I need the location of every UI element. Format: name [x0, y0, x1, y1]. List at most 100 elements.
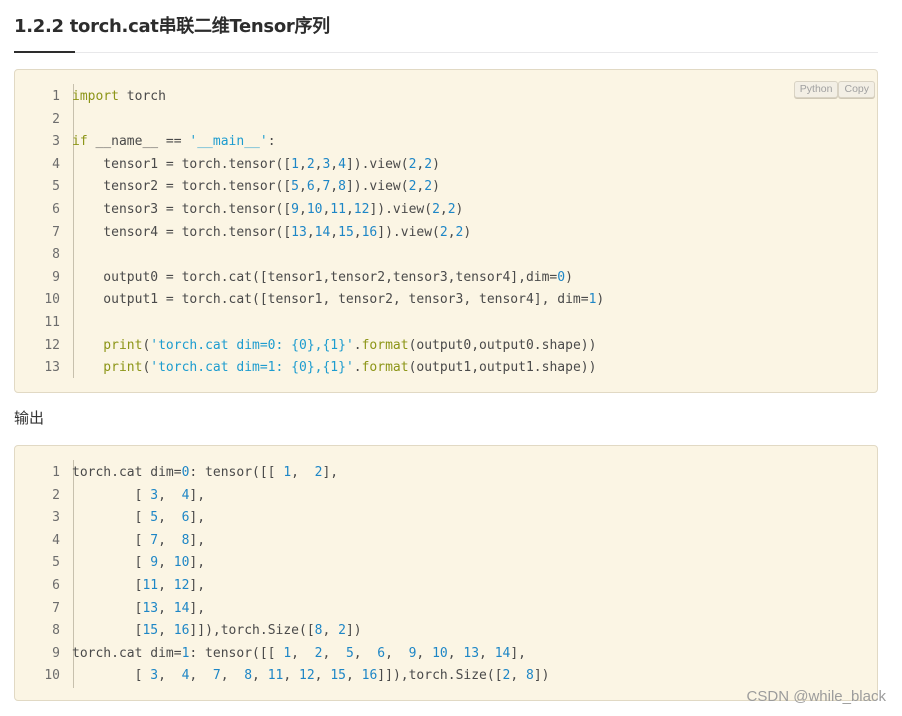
code-token: 1	[291, 156, 299, 172]
code-line: [ 9, 10],	[72, 552, 550, 575]
code-token: 7	[150, 532, 159, 548]
line-number: 5	[52, 179, 60, 195]
code-token: 'torch.cat dim=1: {0},{1}'	[150, 360, 354, 376]
code-token: 12	[173, 577, 190, 593]
code-token: tensor3 = torch.tensor([	[72, 201, 292, 217]
code-lines[interactable]: import torch​if __name__ == '__main__': …	[72, 86, 604, 380]
code-token: ]).view(	[345, 156, 409, 172]
code-token: ,	[283, 668, 300, 684]
code-token: ]]),torch.Size([	[189, 623, 315, 639]
code-token: )	[432, 156, 440, 172]
code-token: )	[596, 292, 605, 308]
code-token: [	[72, 487, 151, 503]
code-token: ,	[158, 600, 174, 616]
code-token: output1 = torch.cat([tensor1, tensor2, t…	[72, 292, 589, 308]
output-label: 输出	[14, 409, 45, 427]
line-number: 2	[52, 111, 60, 127]
code-token: (output0,output0.shape))	[408, 337, 597, 353]
code-token: 2	[447, 201, 456, 217]
python-code-block[interactable]: Python Copy 1 2 3 4 5 6 7 8 9 10 11 12 13 import tor…	[14, 69, 878, 393]
code-token: ,	[158, 487, 182, 503]
heading-divider	[14, 52, 878, 53]
code-token: print	[72, 337, 143, 353]
code-token: ],	[189, 487, 206, 503]
code-token: ,	[158, 532, 182, 548]
code-token: .	[353, 337, 362, 353]
code-token: __name__ ==	[87, 134, 190, 150]
line-number: 1	[52, 465, 60, 480]
code-token: 15	[142, 623, 159, 639]
line-number-gutter: 1 2 3 4 5 6 7 8 9 10 11 12 13	[15, 86, 60, 380]
code-token: 13	[142, 600, 159, 616]
code-token: ,	[416, 645, 433, 661]
code-token: 16	[173, 623, 190, 639]
line-number: 3	[52, 134, 60, 150]
code-line: [ 3, 4, 7, 8, 11, 12, 15, 16]]),torch.Si…	[72, 665, 550, 688]
language-badge[interactable]: Python	[793, 81, 839, 98]
code-token: ,	[298, 156, 307, 172]
code-token: ],	[189, 510, 206, 526]
line-number: 8	[52, 623, 60, 639]
code-token: 8	[244, 668, 253, 684]
code-line: tensor1 = torch.tensor([1,2,3,4]).view(2…	[72, 154, 604, 177]
code-token: ,	[220, 668, 245, 684]
line-number-gutter: 1 2 3 4 5 6 7 8 9 10	[15, 462, 60, 688]
code-token: ],	[189, 600, 206, 616]
line-number: 4	[52, 156, 60, 172]
code-token: 5	[291, 179, 299, 195]
code-token: [	[72, 510, 151, 526]
code-token: output0 = torch.cat([tensor1,tensor2,ten…	[72, 269, 558, 285]
code-token: [	[72, 555, 151, 571]
code-token: )	[432, 179, 440, 195]
output-code-block[interactable]: 1 2 3 4 5 6 7 8 9 10 torch.cat dim=0: tensor([[ 1…	[14, 445, 878, 701]
code-token: ,	[345, 668, 362, 684]
output-lines[interactable]: torch.cat dim=0: tensor([[ 1, 2], [ 3, 4…	[72, 462, 550, 688]
code-token: 10	[306, 201, 323, 217]
line-number: 3	[52, 510, 60, 526]
code-token: 1	[283, 645, 292, 661]
code-token: ,	[252, 668, 268, 684]
code-token: ,	[330, 179, 339, 195]
code-token: 11	[330, 201, 346, 217]
code-token: 5	[150, 510, 159, 526]
code-line: ​	[72, 312, 604, 335]
code-token: ,	[158, 555, 174, 571]
code-token: ]).view(	[345, 179, 409, 195]
code-token: 6	[377, 645, 386, 661]
code-token: 14	[494, 645, 511, 661]
copy-button[interactable]: Copy	[838, 81, 875, 98]
code-token: : tensor([[	[189, 465, 284, 480]
code-token: if	[72, 134, 88, 150]
code-token: ],	[322, 465, 339, 480]
code-token: 7	[212, 668, 221, 684]
code-token: )	[565, 269, 573, 285]
code-token: print	[72, 360, 143, 376]
code-token: ,	[510, 668, 527, 684]
code-token: 9	[291, 201, 299, 217]
code-token: ],	[189, 532, 206, 548]
line-number: 7	[52, 224, 60, 240]
code-line: torch.cat dim=0: tensor([[ 1, 2],	[72, 462, 550, 485]
code-token: 16	[361, 224, 378, 240]
code-line: ​	[72, 244, 604, 267]
code-token: 'torch.cat dim=0: {0},{1}'	[150, 337, 354, 353]
code-token: ,	[291, 465, 315, 480]
code-token: ,	[447, 224, 456, 240]
code-token: ,	[385, 645, 409, 661]
code-token: 2	[439, 224, 448, 240]
line-number: 10	[44, 668, 60, 684]
code-token: ,	[291, 645, 315, 661]
code-token: ,	[298, 201, 307, 217]
code-token: 10	[173, 555, 190, 571]
code-token: 0	[557, 269, 566, 285]
code-token: ,	[322, 645, 346, 661]
line-number: 1	[52, 89, 60, 104]
line-number: 6	[52, 201, 60, 217]
code-token: ,	[330, 156, 339, 172]
line-number: 11	[44, 314, 60, 330]
code-line: import torch	[72, 86, 604, 109]
line-number: 4	[52, 532, 60, 548]
code-token: ]).view(	[377, 224, 440, 240]
code-token: 3	[150, 487, 159, 503]
heading-accent-bar	[14, 51, 75, 53]
